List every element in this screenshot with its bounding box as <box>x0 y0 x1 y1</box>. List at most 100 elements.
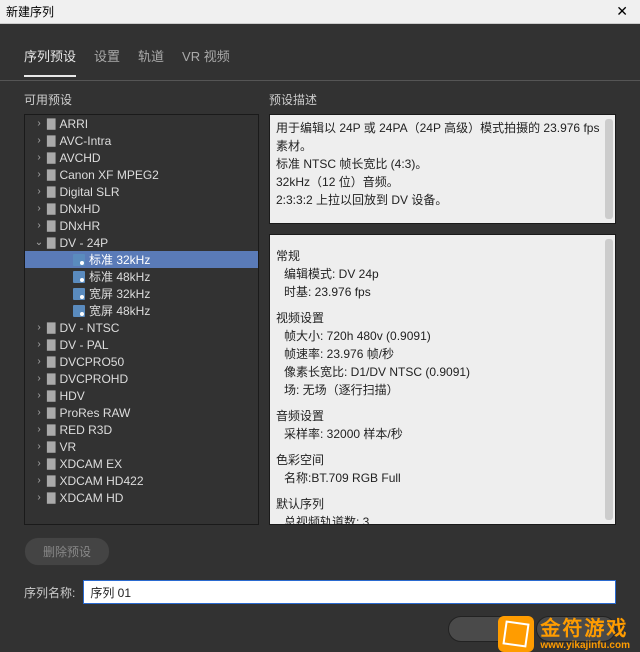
tree-folder[interactable]: ›▇ARRI <box>25 115 258 132</box>
tree-item-label: 宽屏 32kHz <box>89 285 150 302</box>
desc-line: 场: 无场（逐行扫描） <box>276 381 609 399</box>
chevron-right-icon: › <box>33 356 45 367</box>
tree-item-label: HDV <box>59 389 84 403</box>
sequence-name-input[interactable] <box>83 580 616 604</box>
folder-icon: ▇ <box>47 168 55 181</box>
folder-icon: ▇ <box>47 185 55 198</box>
chevron-right-icon: › <box>33 492 45 503</box>
tree-item-label: AVCHD <box>59 151 100 165</box>
tree-preset[interactable]: 宽屏 48kHz <box>25 302 258 319</box>
folder-icon: ▇ <box>47 406 55 419</box>
tree-folder[interactable]: ›▇ XDCAM HD422 <box>25 472 258 489</box>
tree-preset[interactable]: 宽屏 32kHz <box>25 285 258 302</box>
tab-tracks[interactable]: 轨道 <box>138 40 164 76</box>
desc-line: 编辑模式: DV 24p <box>276 265 609 283</box>
description-details: 常规编辑模式: DV 24p时基: 23.976 fps视频设置帧大小: 720… <box>269 234 616 525</box>
description-summary: 用于编辑以 24P 或 24PA（24P 高级）模式拍摄的 23.976 fps… <box>269 114 616 224</box>
tree-item-label: 宽屏 48kHz <box>89 302 150 319</box>
tree-folder[interactable]: ›▇DV - PAL <box>25 336 258 353</box>
dialog-title: 新建序列 <box>6 3 54 20</box>
folder-icon: ▇ <box>47 389 55 402</box>
tree-preset[interactable]: 标准 48kHz <box>25 268 258 285</box>
tree-item-label: XDCAM HD422 <box>59 474 143 488</box>
tree-folder[interactable]: ›▇ProRes RAW <box>25 404 258 421</box>
chevron-right-icon: › <box>33 475 45 486</box>
cancel-button[interactable] <box>536 616 616 642</box>
desc-line: 用于编辑以 24P 或 24PA（24P 高级）模式拍摄的 23.976 fps… <box>276 119 609 155</box>
folder-icon: ▇ <box>47 202 55 215</box>
tree-folder[interactable]: ›▇ HDV <box>25 387 258 404</box>
folder-icon: ▇ <box>47 474 55 487</box>
folder-icon: ▇ <box>47 236 55 249</box>
tab-presets[interactable]: 序列预设 <box>24 40 76 77</box>
tree-folder[interactable]: ›▇DNxHR <box>25 217 258 234</box>
tree-folder[interactable]: ›▇ DNxHD <box>25 200 258 217</box>
tree-folder[interactable]: ›▇AVC-Intra <box>25 132 258 149</box>
folder-icon: ▇ <box>47 423 55 436</box>
tree-item-label: Digital SLR <box>59 185 119 199</box>
available-presets-label: 可用预设 <box>24 91 259 108</box>
tree-preset[interactable]: 标准 32kHz <box>25 251 258 268</box>
tab-settings[interactable]: 设置 <box>94 40 120 76</box>
tree-item-label: XDCAM HD <box>59 491 123 505</box>
tree-item-label: DNxHR <box>59 219 100 233</box>
folder-icon: ▇ <box>47 321 55 334</box>
tree-folder[interactable]: ›▇VR <box>25 438 258 455</box>
tree-item-label: DVCPRO50 <box>59 355 124 369</box>
desc-line: 像素长宽比: D1/DV NTSC (0.9091) <box>276 363 609 381</box>
sequence-name-label: 序列名称: <box>24 584 75 601</box>
tree-folder[interactable]: ›▇ AVCHD <box>25 149 258 166</box>
titlebar: 新建序列 ✕ <box>0 0 640 24</box>
tree-item-label: RED R3D <box>59 423 112 437</box>
tree-folder[interactable]: ›▇ RED R3D <box>25 421 258 438</box>
tree-folder[interactable]: ›▇DV - NTSC <box>25 319 258 336</box>
desc-line: 帧速率: 23.976 帧/秒 <box>276 345 609 363</box>
tree-folder[interactable]: ›▇XDCAM EX <box>25 455 258 472</box>
chevron-right-icon: › <box>33 152 45 163</box>
tree-item-label: DV - 24P <box>59 236 108 250</box>
preset-icon <box>73 288 85 300</box>
tab-vr[interactable]: VR 视频 <box>182 40 230 76</box>
tree-item-label: DNxHD <box>59 202 100 216</box>
desc-line: 采样率: 32000 样本/秒 <box>276 425 609 443</box>
folder-icon: ▇ <box>47 491 55 504</box>
tab-bar: 序列预设设置轨道 VR 视频 <box>0 24 640 81</box>
tree-folder[interactable]: ›▇ DVCPROHD <box>25 370 258 387</box>
tree-item-label: VR <box>59 440 76 454</box>
tree-folder[interactable]: ›▇ DVCPRO50 <box>25 353 258 370</box>
tree-item-label: DVCPROHD <box>59 372 128 386</box>
chevron-right-icon: › <box>33 339 45 350</box>
chevron-right-icon: › <box>33 203 45 214</box>
ok-button[interactable] <box>448 616 528 642</box>
tree-item-label: DV - PAL <box>59 338 108 352</box>
folder-icon: ▇ <box>47 355 55 368</box>
tree-folder[interactable]: ⌄▇ DV - 24P <box>25 234 258 251</box>
folder-icon: ▇ <box>47 457 55 470</box>
chevron-right-icon: › <box>33 220 45 231</box>
chevron-right-icon: › <box>33 390 45 401</box>
close-button[interactable]: ✕ <box>610 3 634 20</box>
chevron-right-icon: › <box>33 118 45 129</box>
tree-item-label: 标准 48kHz <box>89 268 150 285</box>
folder-icon: ▇ <box>47 151 55 164</box>
chevron-right-icon: › <box>33 424 45 435</box>
desc-section-title: 音频设置 <box>276 407 609 425</box>
preset-icon <box>73 271 85 283</box>
preset-tree[interactable]: ›▇ARRI›▇AVC-Intra›▇AVCHD›▇Canon XF MPEG2… <box>24 114 259 525</box>
tree-folder[interactable]: ›▇ XDCAM HD <box>25 489 258 506</box>
desc-line: 2:3:3:2 上拉以回放到 DV 设备。 <box>276 191 609 209</box>
tree-folder[interactable]: ›▇Digital SLR <box>25 183 258 200</box>
desc-section-title: 常规 <box>276 247 609 265</box>
preset-description-label: 预设描述 <box>269 91 616 108</box>
delete-preset-button[interactable]: 删除预设 <box>24 537 110 566</box>
tree-item-label: 标准 32kHz <box>89 251 150 268</box>
chevron-right-icon: › <box>33 373 45 384</box>
tree-folder[interactable]: ›▇Canon XF MPEG2 <box>25 166 258 183</box>
chevron-right-icon: › <box>33 322 45 333</box>
desc-section-title: 视频设置 <box>276 309 609 327</box>
folder-icon: ▇ <box>47 372 55 385</box>
desc-line: 标准 NTSC 帧长宽比 (4:3)。 <box>276 155 609 173</box>
desc-line: 名称:BT.709 RGB Full <box>276 469 609 487</box>
tree-item-label: AVC-Intra <box>59 134 111 148</box>
chevron-down-icon: ⌄ <box>33 237 45 248</box>
